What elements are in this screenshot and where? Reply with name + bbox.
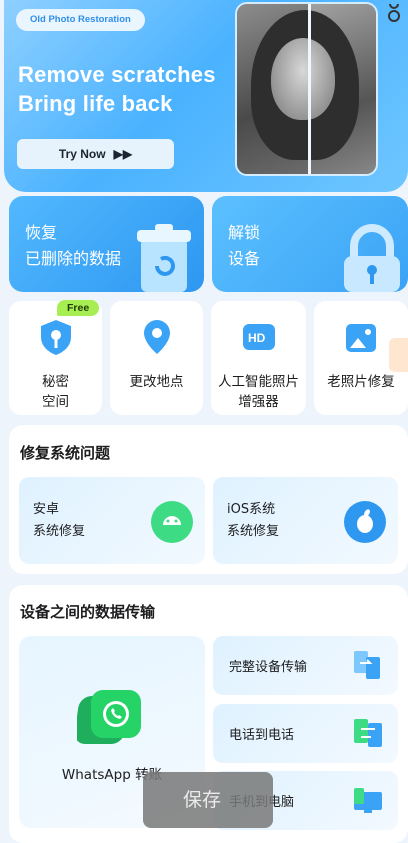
compare-divider: [308, 4, 311, 174]
unlock-device-card[interactable]: 解锁 设备: [212, 196, 408, 292]
phone-to-pc-icon: [354, 788, 382, 813]
tool-label: 秘密 空间: [9, 372, 102, 412]
tool-change-location[interactable]: 更改地点: [110, 301, 203, 415]
corner-icon[interactable]: [382, 0, 408, 26]
recycle-bin-icon: [137, 224, 191, 292]
phone-swap-icon: [354, 719, 382, 747]
recover-line2: 已删除的数据: [25, 249, 122, 268]
svg-text:HD: HD: [248, 331, 266, 345]
android-card-text: 安卓 系统修复: [33, 499, 85, 543]
tool-label-line2: 空间: [42, 394, 69, 410]
tool-label-line1: 秘密: [42, 374, 69, 390]
tool-secret-space[interactable]: 秘密 空间: [9, 301, 102, 415]
portrait-face: [271, 38, 335, 120]
apple-icon: [344, 501, 386, 543]
unlock-card-text: 解锁 设备: [228, 220, 260, 272]
ios-line1: iOS系统: [227, 502, 276, 517]
free-badge: Free: [57, 300, 100, 316]
full-device-transfer-card[interactable]: 完整设备传输: [213, 636, 398, 695]
hd-photo-icon: HD: [242, 324, 275, 350]
banner-headline: Remove scratches Bring life back: [18, 60, 216, 118]
double-chevron-right-icon: ▶▶: [113, 147, 133, 161]
headline-line1: Remove scratches: [18, 62, 216, 87]
android-icon: [151, 501, 193, 543]
transfer-title: 设备之间的数据传输: [20, 603, 156, 621]
save-toast: 保存: [143, 772, 273, 828]
android-line1: 安卓: [33, 502, 60, 517]
recover-data-card[interactable]: 恢复 已删除的数据: [9, 196, 204, 292]
unlock-line2: 设备: [228, 249, 261, 268]
tool-label-line1: 老照片修复: [327, 374, 395, 390]
tool-label: 更改地点: [110, 372, 203, 392]
unlock-line1: 解锁: [228, 223, 261, 242]
phone-to-phone-label: 电话到电话: [229, 728, 295, 743]
location-pin-icon: [143, 320, 170, 354]
android-line2: 系统修复: [33, 524, 86, 539]
try-now-button[interactable]: Try Now ▶▶: [17, 139, 174, 169]
tool-label: 老照片修复: [314, 372, 408, 392]
padlock-icon: [344, 224, 400, 292]
recover-line1: 恢复: [25, 223, 58, 242]
ios-card-text: iOS系统 系统修复: [227, 499, 279, 543]
tool-label-line2: 增强器: [238, 394, 279, 410]
photo-restore-icon: [346, 324, 376, 352]
before-after-photo: [235, 2, 378, 176]
android-repair-card[interactable]: 安卓 系统修复: [19, 477, 205, 564]
tool-label-line1: 更改地点: [129, 374, 184, 390]
banner-tag: Old Photo Restoration: [16, 9, 145, 31]
ios-repair-card[interactable]: iOS系统 系统修复: [213, 477, 398, 564]
try-now-label: Try Now: [58, 147, 106, 161]
headline-line2: Bring life back: [18, 91, 173, 116]
full-transfer-label: 完整设备传输: [229, 660, 308, 675]
ios-line2: 系统修复: [227, 524, 280, 539]
tool-label-line1: 人工智能照片: [218, 374, 299, 390]
side-peek-tab[interactable]: [389, 338, 408, 372]
tool-label: 人工智能照片 增强器: [211, 372, 306, 412]
shield-key-icon: [40, 320, 71, 355]
tool-ai-photo-enhancer[interactable]: HD 人工智能照片 增强器: [211, 301, 306, 415]
device-transfer-icon: [354, 651, 380, 679]
recover-card-text: 恢复 已删除的数据: [25, 220, 121, 272]
repair-title: 修复系统问题: [20, 444, 111, 462]
phone-to-phone-card[interactable]: 电话到电话: [213, 704, 398, 763]
whatsapp-icon: [77, 690, 141, 744]
